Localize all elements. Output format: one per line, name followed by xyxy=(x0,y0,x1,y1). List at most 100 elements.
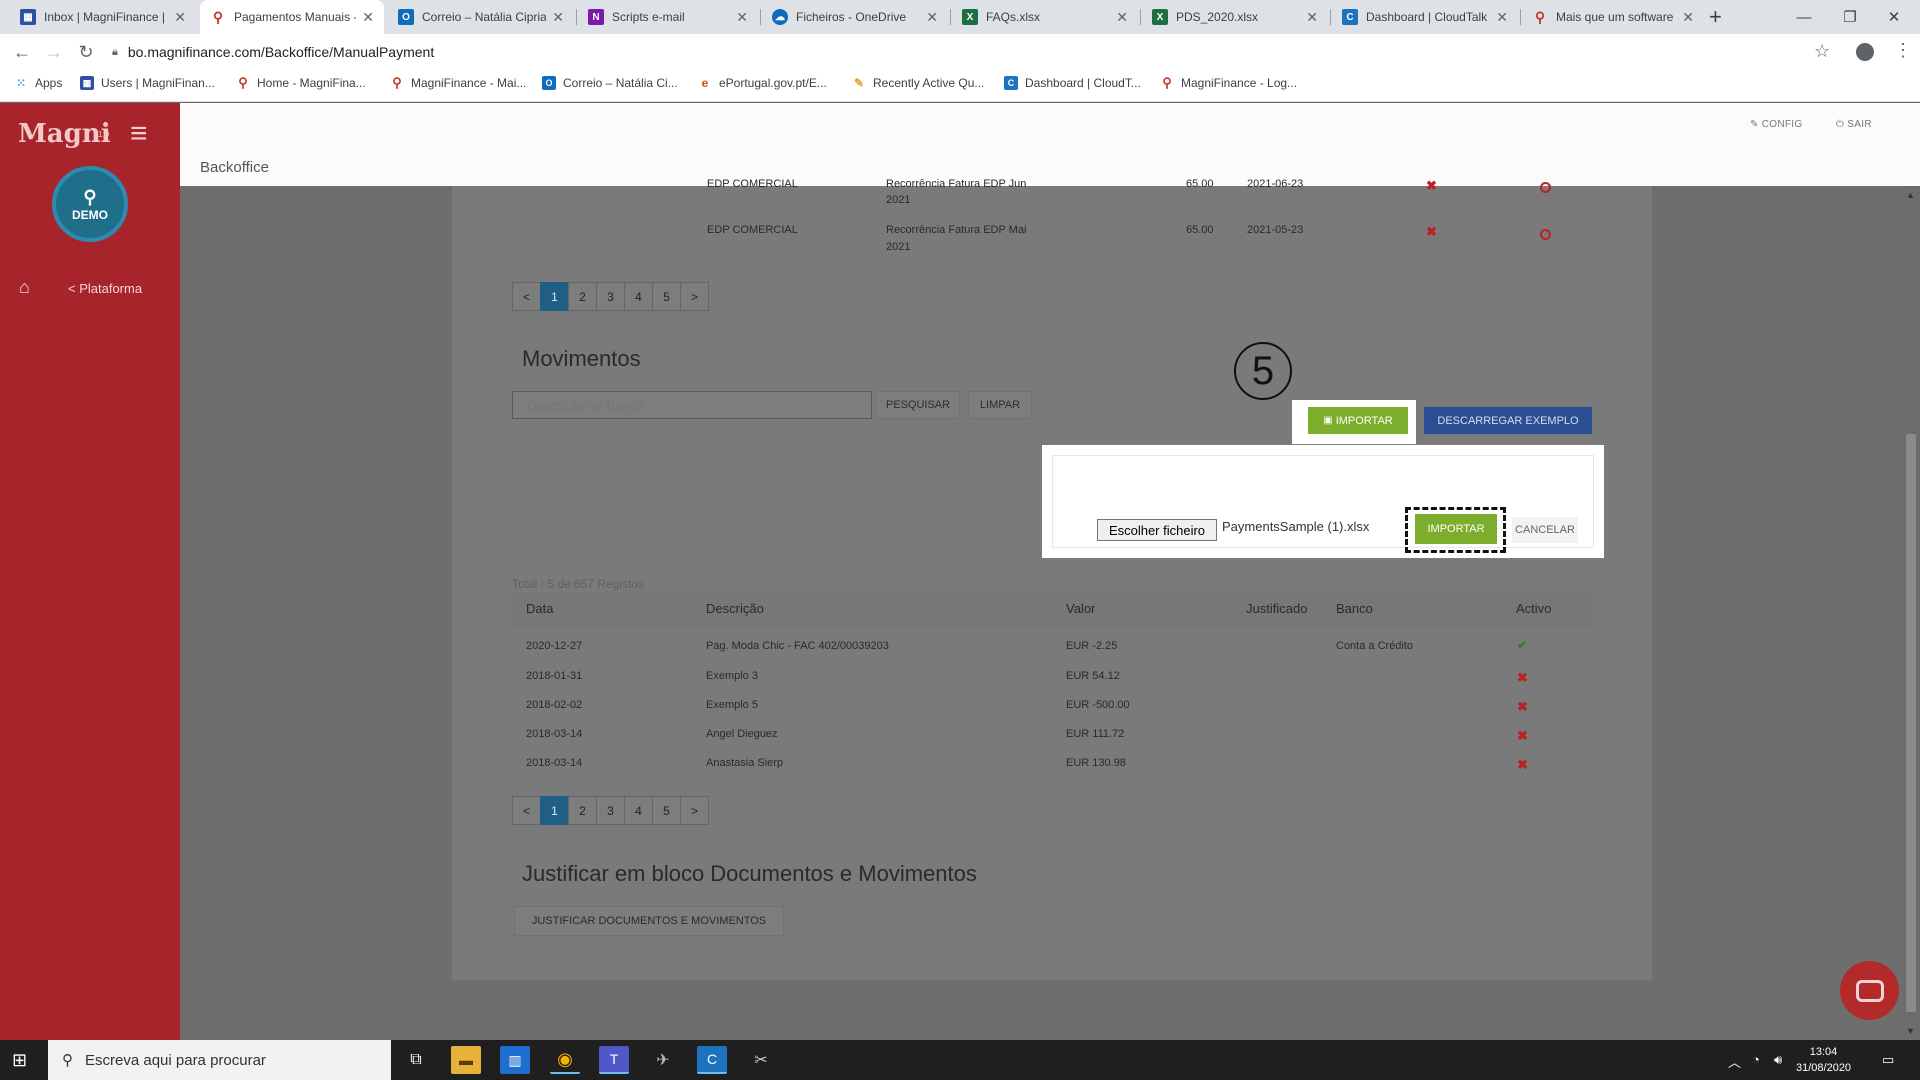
scroll-up-icon[interactable]: ▲ xyxy=(1906,190,1915,200)
page-5[interactable]: 5 xyxy=(652,796,681,825)
inactive-x-icon[interactable]: ✖ xyxy=(1517,699,1528,715)
page-prev[interactable]: < xyxy=(512,282,541,311)
back-icon[interactable]: ← xyxy=(10,40,34,64)
bookmark-apps[interactable]: ⁙ Apps xyxy=(14,76,62,90)
scroll-down-icon[interactable]: ▼ xyxy=(1906,1026,1915,1036)
inactive-x-icon[interactable]: ✖ xyxy=(1426,224,1437,240)
page-5[interactable]: 5 xyxy=(652,282,681,311)
demo-badge[interactable]: ⚲ DEMO xyxy=(52,166,128,242)
col-header-banco[interactable]: Banco xyxy=(1336,601,1373,616)
page-3[interactable]: 3 xyxy=(596,282,625,311)
col-header-activo[interactable]: Activo xyxy=(1516,601,1551,616)
trello-icon[interactable]: ▥ xyxy=(500,1046,530,1074)
tab-cloudtalk[interactable]: C Dashboard | CloudTalk ✕ xyxy=(1332,0,1518,34)
status-circle-icon[interactable] xyxy=(1540,229,1551,240)
close-icon[interactable]: ✕ xyxy=(1496,9,1508,26)
bookmark-correio[interactable]: O Correio – Natália Ci... xyxy=(542,76,678,90)
justify-documents-button[interactable]: JUSTIFICAR DOCUMENTOS E MOVIMENTOS xyxy=(514,906,784,936)
import-button[interactable]: ▣ IMPORTAR xyxy=(1308,407,1408,434)
chat-widget-button[interactable] xyxy=(1840,961,1899,1020)
page-scrollbar[interactable]: ▲ ▼ xyxy=(1903,186,1920,1040)
page-4[interactable]: 4 xyxy=(624,796,653,825)
active-check-icon[interactable]: ✔ xyxy=(1517,638,1527,652)
movimentos-search-input[interactable] xyxy=(512,391,872,419)
col-header-justificado[interactable]: Justificado xyxy=(1246,601,1307,616)
volume-icon[interactable]: 🔊︎ xyxy=(1774,1052,1782,1068)
fiddler-icon[interactable]: ✈ xyxy=(648,1046,678,1074)
menu-icon[interactable]: ⋮ xyxy=(1894,40,1912,61)
tab-faqs-xlsx[interactable]: X FAQs.xlsx ✕ xyxy=(952,0,1138,34)
network-icon[interactable]: ◔ xyxy=(1752,1052,1760,1067)
taskbar-clock[interactable]: 13:04 31/08/2020 xyxy=(1796,1044,1851,1076)
bookmark-magnifinance-login[interactable]: ⚲ MagniFinance - Log... xyxy=(1160,75,1297,90)
close-icon[interactable]: ✕ xyxy=(362,9,374,26)
magni-logo[interactable]: Magni xyxy=(18,119,111,149)
close-icon[interactable]: ✕ xyxy=(552,9,564,26)
page-2[interactable]: 2 xyxy=(568,796,597,825)
close-icon[interactable]: ✕ xyxy=(1306,9,1318,26)
file-explorer-icon[interactable]: ▬ xyxy=(451,1046,481,1074)
new-tab-icon[interactable]: + xyxy=(1709,4,1722,30)
page-2[interactable]: 2 xyxy=(568,282,597,311)
col-header-valor[interactable]: Valor xyxy=(1066,601,1095,616)
reload-icon[interactable]: ↻ xyxy=(74,40,98,64)
search-button[interactable]: PESQUISAR xyxy=(876,391,960,419)
confirm-import-button[interactable]: IMPORTAR xyxy=(1415,514,1497,544)
notifications-icon[interactable]: ▭ xyxy=(1882,1052,1894,1068)
hamburger-menu-icon[interactable]: ≡ xyxy=(130,117,148,151)
inactive-x-icon[interactable]: ✖ xyxy=(1517,757,1528,773)
bookmark-dashboard-cloudtalk[interactable]: C Dashboard | CloudT... xyxy=(1004,76,1141,90)
snipping-tool-icon[interactable]: ✂ xyxy=(746,1046,776,1074)
tab-inbox[interactable]: ▦ Inbox | MagniFinance | ✕ xyxy=(10,0,196,34)
page-next[interactable]: > xyxy=(680,796,709,825)
col-header-descricao[interactable]: Descrição xyxy=(706,601,764,616)
tab-correio[interactable]: O Correio – Natália Cipria ✕ xyxy=(388,0,574,34)
close-icon[interactable]: ✕ xyxy=(1682,9,1694,26)
col-header-data[interactable]: Data xyxy=(526,601,553,616)
page-prev[interactable]: < xyxy=(512,796,541,825)
tab-scripts-email[interactable]: N Scripts e-mail ✕ xyxy=(578,0,758,34)
chrome-icon[interactable]: ◉ xyxy=(550,1046,580,1074)
choose-file-button[interactable]: Escolher ficheiro xyxy=(1097,519,1217,541)
inactive-x-icon[interactable]: ✖ xyxy=(1426,178,1437,194)
page-next[interactable]: > xyxy=(680,282,709,311)
plataforma-link[interactable]: < Plataforma xyxy=(68,281,142,296)
status-circle-icon[interactable] xyxy=(1540,182,1551,193)
task-view-icon[interactable]: ⧉ xyxy=(401,1046,431,1074)
profile-avatar-icon[interactable] xyxy=(1856,43,1874,61)
tab-onedrive[interactable]: ☁ Ficheiros - OneDrive ✕ xyxy=(762,0,948,34)
cancel-upload-button[interactable]: CANCELAR xyxy=(1512,517,1578,543)
tab-pagamentos-manuais[interactable]: ⚲ Pagamentos Manuais - ✕ xyxy=(200,0,384,34)
close-icon[interactable]: ✕ xyxy=(174,9,186,26)
bookmark-magnifinance-mail[interactable]: ⚲ MagniFinance - Mai... xyxy=(390,75,526,90)
home-icon[interactable]: ⌂ xyxy=(19,277,30,298)
bookmark-home[interactable]: ⚲ Home - MagniFina... xyxy=(236,75,365,90)
forward-icon[interactable]: → xyxy=(42,40,66,64)
inactive-x-icon[interactable]: ✖ xyxy=(1517,670,1528,686)
close-icon[interactable]: ✕ xyxy=(926,9,938,26)
page-1[interactable]: 1 xyxy=(540,796,569,825)
download-example-button[interactable]: DESCARREGAR EXEMPLO xyxy=(1424,407,1592,434)
bookmark-users[interactable]: ▦ Users | MagniFinan... xyxy=(80,76,215,90)
tab-mais-que-software[interactable]: ⚲ Mais que um software ✕ xyxy=(1522,0,1704,34)
bookmark-star-icon[interactable]: ☆ xyxy=(1814,41,1830,62)
exit-link[interactable]: ⏻ SAIR xyxy=(1836,119,1872,130)
url-field[interactable]: 🔒︎ bo.magnifinance.com/Backoffice/Manual… xyxy=(112,38,1852,66)
windows-start-icon[interactable]: ⊞ xyxy=(12,1050,27,1071)
tab-pds-xlsx[interactable]: X PDS_2020.xlsx ✕ xyxy=(1142,0,1328,34)
cloudtalk-icon[interactable]: C xyxy=(697,1046,727,1074)
clear-button[interactable]: LIMPAR xyxy=(968,391,1032,419)
teams-icon[interactable]: T xyxy=(599,1046,629,1074)
close-window-icon[interactable]: ✕ xyxy=(1866,0,1920,34)
config-link[interactable]: ✎ CONFIG xyxy=(1750,119,1802,130)
page-4[interactable]: 4 xyxy=(624,282,653,311)
inactive-x-icon[interactable]: ✖ xyxy=(1517,728,1528,744)
page-1[interactable]: 1 xyxy=(540,282,569,311)
taskbar-search[interactable]: ⚲ Escreva aqui para procurar xyxy=(48,1040,391,1080)
close-icon[interactable]: ✕ xyxy=(736,9,748,26)
page-3[interactable]: 3 xyxy=(596,796,625,825)
scroll-thumb[interactable] xyxy=(1906,434,1916,1012)
tray-chevron-icon[interactable]: ︿ xyxy=(1728,1052,1741,1071)
bookmark-eportugal[interactable]: e ePortugal.gov.pt/E... xyxy=(698,76,827,90)
close-icon[interactable]: ✕ xyxy=(1116,9,1128,26)
